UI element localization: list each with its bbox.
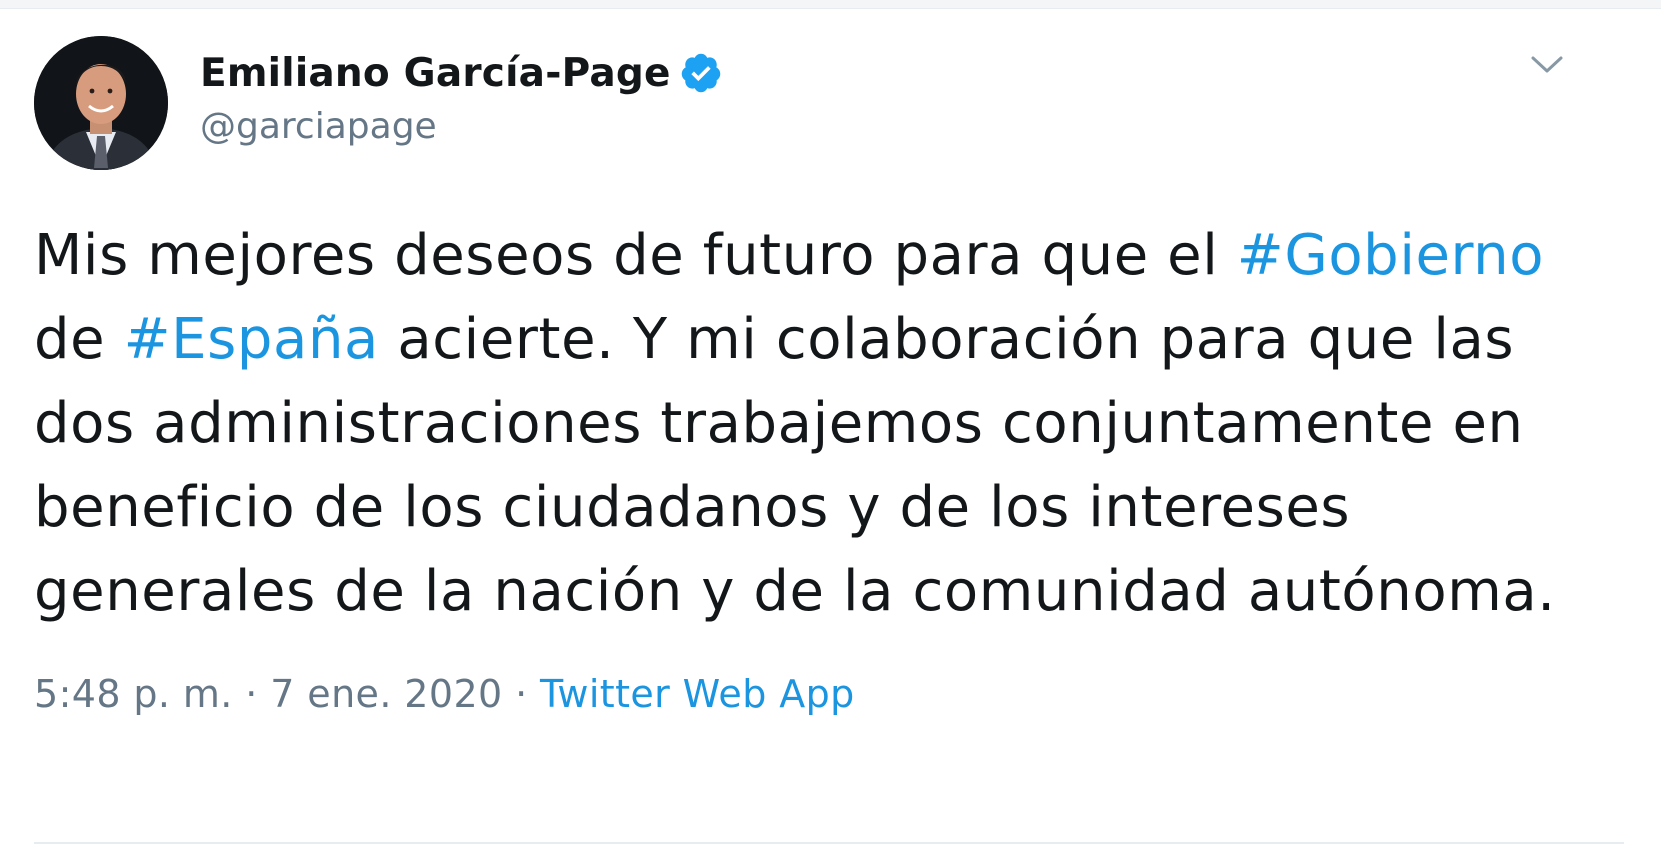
tweet-text-part-1: Mis mejores deseos de futuro para que el	[34, 223, 1237, 288]
tweet-source-link[interactable]: Twitter Web App	[540, 672, 855, 716]
author-names: Emiliano García-Page @garciapage	[200, 48, 723, 147]
chevron-down-icon[interactable]	[1530, 54, 1564, 76]
tweet-text-part-2: de	[34, 307, 124, 372]
hashtag-espana[interactable]: #España	[124, 307, 379, 372]
hashtag-gobierno[interactable]: #Gobierno	[1237, 223, 1544, 288]
tweet-card: Emiliano García-Page @garciapage Mis mej…	[34, 36, 1624, 716]
meta-separator-2: ·	[502, 672, 541, 716]
tweet-date[interactable]: 7 ene. 2020	[270, 672, 502, 716]
avatar-photo	[34, 36, 168, 170]
top-divider	[0, 0, 1661, 9]
display-name-row: Emiliano García-Page	[200, 48, 723, 98]
display-name[interactable]: Emiliano García-Page	[200, 51, 671, 96]
tweet-header: Emiliano García-Page @garciapage	[34, 36, 1624, 172]
meta-separator: ·	[232, 672, 271, 716]
bottom-divider	[34, 842, 1624, 844]
avatar[interactable]	[34, 36, 168, 170]
handle[interactable]: @garciapage	[200, 106, 723, 147]
verified-badge-icon	[681, 53, 720, 93]
tweet-time[interactable]: 5:48 p. m.	[34, 672, 233, 716]
tweet-text: Mis mejores deseos de futuro para que el…	[34, 214, 1614, 634]
tweet-meta: 5:48 p. m. · 7 ene. 2020 · Twitter Web A…	[34, 672, 1624, 716]
